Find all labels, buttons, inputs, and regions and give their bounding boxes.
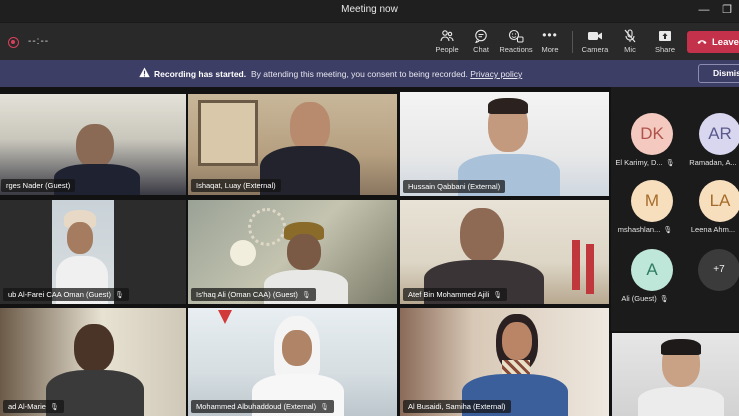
recording-icon [8,37,19,48]
participant-name: ub Al-Farei CAA Oman (Guest) [8,290,111,299]
participant-avatar-tile[interactable]: LA Leena Ahm... [681,180,739,242]
participant-name-text: Ramadan, A... [689,158,737,167]
camera-icon [575,25,615,45]
participant-avatar-tile[interactable]: AR Ramadan, A... [681,113,739,175]
mic-off-icon: 🎙 [659,296,669,303]
participant-name-tag: rges Nader (Guest) [1,179,76,192]
participant-name: Mohammed Albuhaddoud (External) [196,402,317,411]
share-button[interactable]: Share [645,25,685,59]
participant-name-text: El Karimy, D... [615,158,663,167]
participant-name-tag: Mohammed Albuhaddoud (External) 🎙 [191,400,334,413]
participant-name: Hussain Qabbani (External) [408,182,501,191]
avatar: M [631,180,673,222]
minimize-icon[interactable]: — [696,2,712,18]
video-tile[interactable]: Atef Bin Mohammed Ajili 🎙 [400,200,609,304]
mic-label: Mic [624,45,636,54]
avatar: A [631,249,673,291]
more-participants-button[interactable]: +7 [698,249,739,291]
participant-name: Ali (Guest) 🎙 [613,294,677,303]
participant-name-tag: Ishaqat, Luay (External) [191,179,281,192]
chat-button[interactable]: Chat [461,25,501,59]
avatar: DK [631,113,673,155]
restore-icon[interactable]: ❐ [719,2,735,18]
share-label: Share [654,45,675,54]
chat-label: Chat [473,45,489,54]
mic-off-icon [610,25,650,45]
participant-gallery: DK El Karimy, D... 🎙 AR Ramadan, A... M m… [611,87,739,331]
participant-avatar-tile[interactable]: M mshashlan... 🎙 [613,180,677,242]
participant-name-tag: Is'haq Ali (Oman CAA) (Guest) 🎙 [191,288,316,301]
mic-off-icon: 🎙 [301,292,311,299]
participant-name: mshashlan... 🎙 [613,225,677,234]
participant-name: Ishaqat, Luay (External) [196,181,276,190]
participant-name: Ramadan, A... [681,158,739,167]
recording-banner: Recording has started. By attending this… [0,60,739,87]
mic-off-icon: 🎙 [49,404,59,411]
warning-icon [139,67,150,78]
participant-name: Atef Bin Mohammed Ajili [408,290,490,299]
mic-off-icon: 🎙 [320,404,329,411]
video-tile[interactable]: ub Al-Farei CAA Oman (Guest) 🎙 [0,200,186,304]
participant-avatar-tile[interactable]: DK El Karimy, D... 🎙 [613,113,677,175]
banner-message: By attending this meeting, you consent t… [251,69,522,79]
leave-label: Leave [712,37,739,48]
share-icon [645,25,685,45]
participant-avatar-tile[interactable]: A Ali (Guest) 🎙 [613,249,677,311]
video-tile[interactable]: Al Busaidi, Samiha (External) [400,308,609,416]
participant-name-tag: Hussain Qabbani (External) [403,180,506,193]
phone-hangup-icon [697,31,707,53]
participant-name-text: mshashlan... [617,225,661,234]
toolbar-divider [572,31,573,53]
video-tile[interactable]: ad Al-Marie 🎙 [0,308,186,416]
window-title: Meeting now [341,4,398,15]
participant-name: Is'haq Ali (Oman CAA) (Guest) [196,290,298,299]
participant-name: El Karimy, D... 🎙 [613,158,677,167]
avatar: AR [699,113,739,155]
participant-name: rges Nader (Guest) [6,181,71,190]
participant-name-text: Leena Ahm... [690,225,736,234]
chat-icon [461,25,501,45]
camera-button[interactable]: Camera [575,25,615,59]
participant-name: Al Busaidi, Samiha (External) [408,402,506,411]
video-tile[interactable]: Is'haq Ali (Oman CAA) (Guest) 🎙 [188,200,397,304]
mic-button[interactable]: Mic [610,25,650,59]
participant-name: Leena Ahm... [681,225,739,234]
video-tile[interactable]: rges Nader (Guest) [0,94,186,195]
participant-name-tag: ad Al-Marie 🎙 [3,400,64,413]
more-icon: ••• [542,28,558,42]
dismiss-button[interactable]: Dismiss [698,64,739,83]
meeting-toolbar: --:-- People Chat Reactions ••• More Cam… [0,22,739,60]
banner-message-text: By attending this meeting, you consent t… [251,69,468,79]
more-button[interactable]: ••• More [530,25,570,59]
video-tile[interactable]: Hussain Qabbani (External) [400,92,609,196]
avatar: LA [699,180,739,222]
mic-off-icon: 🎙 [114,292,124,299]
mic-off-icon: 🎙 [665,160,675,167]
camera-label: Camera [581,45,609,54]
more-label: More [541,45,559,54]
banner-heading: Recording has started. [154,69,247,79]
privacy-policy-link[interactable]: Privacy policy [470,69,522,79]
video-tile[interactable]: Mohammed Albuhaddoud (External) 🎙 [188,308,397,416]
participant-name: ad Al-Marie [8,402,46,411]
participant-name-text: Ali (Guest) [621,294,657,303]
leave-button[interactable]: Leave [687,31,739,53]
self-view-video [612,333,739,416]
participant-name-tag: Al Busaidi, Samiha (External) [403,400,511,413]
mic-off-icon: 🎙 [493,292,503,299]
meeting-timer: --:-- [28,36,50,47]
mic-off-icon: 🎙 [663,227,673,234]
title-bar: Meeting now — ❐ [0,0,739,22]
video-tile[interactable]: Ishaqat, Luay (External) [188,94,397,195]
participant-name-tag: Atef Bin Mohammed Ajili 🎙 [403,288,508,301]
participant-name-tag: ub Al-Farei CAA Oman (Guest) 🎙 [3,288,129,301]
